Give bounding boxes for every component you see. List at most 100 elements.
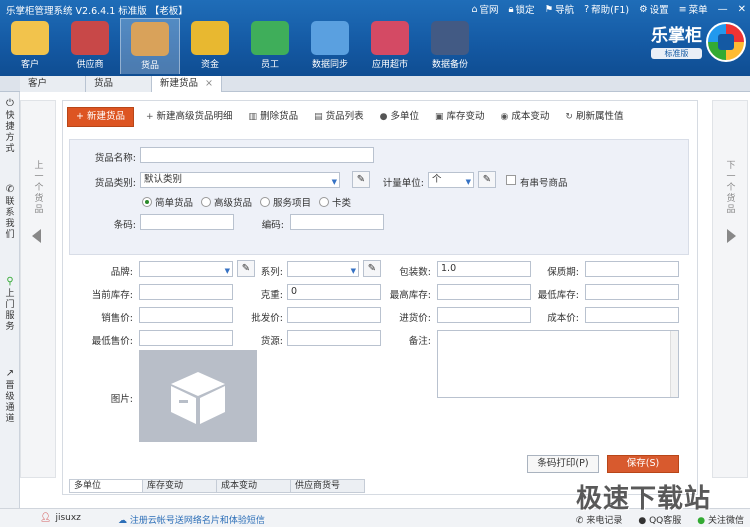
- sync-icon: [311, 21, 349, 55]
- pack-label: 包装数:: [399, 267, 431, 278]
- name-label: 货品名称:: [94, 153, 136, 164]
- tab-multi-unit[interactable]: 多单位: [69, 479, 143, 493]
- sidebar-shortcuts[interactable]: ⏻ 快捷方式: [2, 98, 18, 155]
- nav-customer[interactable]: 客户: [0, 18, 60, 74]
- wholesale-price-input[interactable]: [287, 307, 381, 323]
- nav-staff[interactable]: 员工: [240, 18, 300, 74]
- unit-edit-button[interactable]: ✎: [478, 171, 496, 188]
- user-icon: 👤︎: [40, 513, 52, 523]
- close-button[interactable]: ✕: [738, 4, 746, 15]
- help-icon: ?: [584, 3, 590, 15]
- weight-input[interactable]: 0: [287, 284, 381, 300]
- source-input[interactable]: [287, 330, 381, 346]
- category-select[interactable]: 默认类别: [140, 172, 340, 189]
- weight-label: 克重:: [260, 290, 283, 301]
- new-advanced-goods-button[interactable]: + 新建高级货品明细: [138, 107, 241, 127]
- name-input[interactable]: [140, 147, 374, 163]
- image-label: 图片:: [110, 394, 133, 405]
- refresh-icon: ↻: [565, 112, 573, 122]
- unit-select[interactable]: 个: [428, 172, 474, 189]
- sale-price-label: 销售价:: [101, 313, 133, 324]
- shelf-life-input[interactable]: [585, 261, 679, 277]
- nav-link[interactable]: ⚑ 导航: [545, 2, 575, 17]
- goods-list-button[interactable]: ▤ 货品列表: [306, 107, 372, 127]
- nav-supplier[interactable]: 供应商: [60, 18, 120, 74]
- tab-cost-change[interactable]: 成本变动: [217, 479, 291, 493]
- multi-unit-button[interactable]: ● 多单位: [372, 107, 427, 127]
- remark-textarea[interactable]: [437, 330, 679, 398]
- serial-checkbox[interactable]: [506, 175, 516, 185]
- stock-change-button[interactable]: ▣ 库存变动: [427, 107, 493, 127]
- category-edit-button[interactable]: ✎: [352, 171, 370, 188]
- cost-change-button[interactable]: ◉ 成本变动: [493, 107, 558, 127]
- radio-card[interactable]: 卡类: [319, 195, 351, 209]
- new-goods-button[interactable]: + 新建货品: [67, 107, 134, 127]
- next-goods-panel[interactable]: 下一个货品: [712, 100, 748, 478]
- series-select[interactable]: [287, 261, 359, 278]
- coins-icon: [191, 21, 229, 55]
- max-stock-input[interactable]: [437, 284, 531, 300]
- barcode-print-button[interactable]: 条码打印(P): [527, 455, 599, 473]
- sidebar-contact[interactable]: ✆ 联系我们: [2, 184, 18, 241]
- register-link[interactable]: ☁ 注册云帐号送网络名片和体验短信: [118, 513, 265, 526]
- basket-icon: [371, 21, 409, 55]
- lock-link[interactable]: 🔒︎ 锁定: [508, 2, 534, 17]
- code-input[interactable]: [290, 214, 384, 230]
- nav-goods[interactable]: 货品: [120, 18, 180, 74]
- purchase-price-label: 进货价:: [399, 313, 431, 324]
- min-stock-label: 最低库存:: [537, 290, 579, 301]
- tab-customer[interactable]: 客户: [20, 76, 86, 92]
- goods-image[interactable]: [139, 350, 257, 442]
- title-bar: 乐掌柜管理系统 V2.6.4.1 标准版 【老板】 ⌂ 官网 🔒︎ 锁定 ⚑ 导航 ?…: [0, 0, 750, 18]
- save-button[interactable]: 保存(S): [607, 455, 679, 473]
- sidebar-upgrade[interactable]: ↗ 晋级通道: [2, 368, 18, 425]
- nav-funds[interactable]: 资金: [180, 18, 240, 74]
- tab-goods[interactable]: 货品: [86, 76, 152, 92]
- radio-simple[interactable]: 简单货品: [142, 195, 193, 209]
- scrollbar[interactable]: [670, 331, 678, 397]
- current-stock-input[interactable]: [139, 284, 233, 300]
- brand-select[interactable]: [139, 261, 233, 278]
- pack-input[interactable]: 1.0: [437, 261, 531, 277]
- window-links: ⌂ 官网 🔒︎ 锁定 ⚑ 导航 ? 帮助(F1) ⚙ 设置 ≡ 菜单 — ✕: [471, 2, 746, 17]
- minimize-button[interactable]: —: [718, 4, 728, 15]
- sidebar-onsite-service[interactable]: ⚲ 上门服务: [2, 276, 18, 333]
- close-tab-icon[interactable]: ×: [205, 76, 213, 92]
- nav-app-market[interactable]: 应用超市: [360, 18, 420, 74]
- home-link[interactable]: ⌂ 官网: [471, 2, 498, 17]
- serial-label: 有串号商品: [520, 178, 568, 189]
- refresh-attributes-button[interactable]: ↻ 刷新属性值: [557, 107, 631, 127]
- current-user: 👤︎ jisuxz: [40, 513, 81, 523]
- prev-goods-panel[interactable]: 上一个货品: [20, 100, 56, 478]
- menu-link[interactable]: ≡ 菜单: [678, 2, 708, 17]
- radio-advanced[interactable]: 高级货品: [201, 195, 252, 209]
- code-label: 编码:: [261, 220, 284, 231]
- delete-goods-button[interactable]: ▥ 删除货品: [241, 107, 307, 127]
- power-icon: ⏻: [6, 98, 14, 109]
- min-sale-price-input[interactable]: [139, 330, 233, 346]
- nav-sync[interactable]: 数据同步: [300, 18, 360, 74]
- pencil-icon: ✎: [356, 174, 366, 185]
- purchase-price-input[interactable]: [437, 307, 531, 323]
- menu-icon: ≡: [678, 3, 687, 15]
- window-title: 乐掌柜管理系统 V2.6.4.1 标准版 【老板】: [6, 6, 188, 17]
- cost-price-input[interactable]: [585, 307, 679, 323]
- nav-backup[interactable]: 数据备份: [420, 18, 480, 74]
- tab-new-goods[interactable]: 新建货品 ×: [152, 76, 222, 92]
- settings-link[interactable]: ⚙ 设置: [639, 2, 669, 17]
- goods-icon: [131, 22, 169, 56]
- staff-icon: [251, 21, 289, 55]
- help-link[interactable]: ? 帮助(F1): [584, 2, 629, 17]
- qq-icon: ●: [638, 516, 647, 526]
- radio-service[interactable]: 服务项目: [260, 195, 311, 209]
- phone-icon: ✆: [575, 516, 584, 526]
- tab-stock-change[interactable]: 库存变动: [143, 479, 217, 493]
- min-stock-input[interactable]: [585, 284, 679, 300]
- tab-supplier-code[interactable]: 供应商货号: [291, 479, 365, 493]
- wholesale-price-label: 批发价:: [251, 313, 283, 324]
- remark-label: 备注:: [408, 336, 431, 347]
- barcode-input[interactable]: [140, 214, 234, 230]
- main-nav: 客户 供应商 货品 资金 员工 数据同步 应用超市 数据备份: [0, 18, 480, 76]
- source-label: 货源:: [260, 336, 283, 347]
- sale-price-input[interactable]: [139, 307, 233, 323]
